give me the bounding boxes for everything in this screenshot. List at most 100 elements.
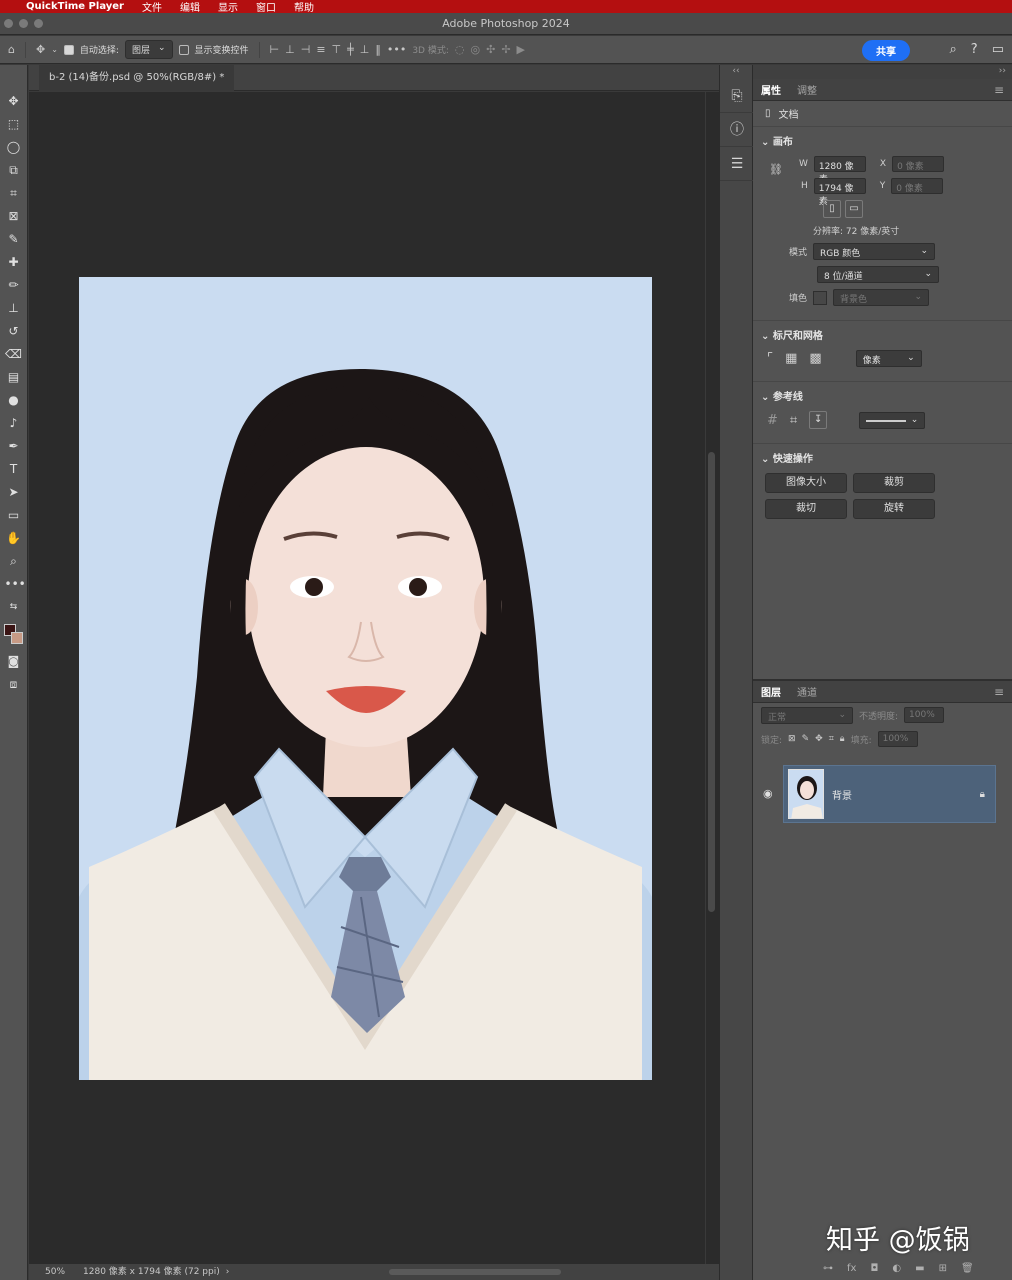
portrait-orientation-icon[interactable]: ▯ (823, 200, 841, 218)
align-center-icon[interactable]: ⊥ (285, 43, 295, 56)
distribute-icon[interactable]: ≡ (316, 43, 325, 56)
panel-menu-icon[interactable]: ≡ (994, 685, 1004, 699)
section-title-guides[interactable]: ⌄ 参考线 (761, 388, 1004, 403)
tab-properties[interactable]: 属性 (761, 82, 781, 97)
rectangle-tool-icon[interactable]: ▭ (5, 507, 23, 523)
lock-all-icon[interactable]: 🔒︎ (840, 734, 845, 744)
trash-icon[interactable]: 🗑︎ (961, 1263, 974, 1274)
ruler-unit-dropdown[interactable]: 像素 ⌄ (855, 350, 922, 367)
dodge-tool-icon[interactable]: ♪ (5, 415, 23, 431)
zoom-tool-icon[interactable]: ⌕ (5, 553, 23, 569)
gradient-tool-icon[interactable]: ▤ (5, 369, 23, 385)
menu-file[interactable]: 文件 (142, 0, 162, 13)
lock-pixels-icon[interactable]: ⊠ (788, 734, 796, 744)
link-dimensions-icon[interactable]: ⛓ (769, 163, 783, 176)
width-field[interactable]: 1280 像素 (813, 156, 866, 185)
info-panel-icon[interactable]: ⓘ (720, 113, 754, 147)
tab-adjustments[interactable]: 调整 (797, 82, 817, 97)
align-middle-icon[interactable]: ╪ (347, 43, 354, 56)
fx-icon[interactable]: fx (847, 1263, 856, 1274)
align-bottom-icon[interactable]: ⊥ (360, 43, 370, 56)
lock-paint-icon[interactable]: ✎ (802, 734, 810, 744)
object-select-tool-icon[interactable]: ⧉ (5, 162, 23, 178)
align-top-icon[interactable]: ⊤ (332, 43, 342, 56)
tab-channels[interactable]: 通道 (797, 684, 817, 699)
trim-button[interactable]: 裁切 (765, 499, 847, 519)
section-title-canvas[interactable]: ⌄ 画布 (761, 133, 1004, 148)
guide-icon[interactable]: # (767, 413, 778, 428)
vertical-scrollbar[interactable] (706, 92, 719, 1264)
rotate-button[interactable]: 旋转 (853, 499, 935, 519)
grid-icon[interactable]: ▦ (785, 351, 797, 366)
type-tool-icon[interactable]: T (5, 461, 23, 477)
background-color-swatch[interactable] (10, 632, 23, 644)
frame-tool-icon[interactable]: ⊠ (5, 208, 23, 224)
auto-select-checkbox[interactable] (63, 44, 74, 55)
screen-mode-icon[interactable]: ⧈ (5, 676, 23, 692)
image-size-button[interactable]: 图像大小 (765, 473, 847, 493)
history-panel-icon[interactable]: ⎘ (720, 79, 754, 113)
crop-button[interactable]: 裁剪 (853, 473, 935, 493)
lock-position-icon[interactable]: ✥ (815, 734, 823, 744)
eraser-tool-icon[interactable]: ⌫ (5, 346, 23, 362)
search-icon[interactable]: ⌕ (950, 42, 957, 57)
zoom-level[interactable]: 50% (45, 1264, 65, 1280)
path-select-tool-icon[interactable]: ➤ (5, 484, 23, 500)
menu-help[interactable]: 帮助 (294, 0, 314, 13)
align-right-icon[interactable]: ⊣ (301, 43, 311, 56)
blur-tool-icon[interactable]: ● (5, 392, 23, 408)
minimize-window-button[interactable] (19, 19, 28, 28)
help-icon[interactable]: ? (971, 42, 978, 57)
menu-edit[interactable]: 编辑 (180, 0, 200, 13)
chevron-down-icon[interactable]: ⌄ (51, 45, 58, 54)
auto-select-dropdown[interactable]: 图层 ⌄ (124, 40, 173, 59)
marquee-tool-icon[interactable]: ⬚ (5, 116, 23, 132)
section-title-quick-actions[interactable]: ⌄ 快速操作 (761, 450, 1004, 465)
tab-layers[interactable]: 图层 (761, 684, 781, 699)
ruler-icon[interactable]: ⌜ (767, 351, 773, 366)
quick-mask-icon[interactable]: ◙ (5, 653, 23, 669)
mask-icon[interactable]: ◘ (870, 1263, 878, 1274)
workspace-icon[interactable]: ▭ (992, 42, 1004, 57)
eyedropper-tool-icon[interactable]: ✎ (5, 231, 23, 247)
link-icon[interactable]: ⊶ (823, 1263, 833, 1274)
more-options-icon[interactable]: ••• (387, 43, 406, 56)
new-guide-icon[interactable]: ↧ (809, 411, 828, 429)
menu-app-name[interactable]: QuickTime Player (26, 1, 124, 12)
collapse-panels-icon[interactable]: ‹‹ (720, 65, 752, 79)
mode-dropdown[interactable]: RGB 颜色 ⌄ (813, 243, 936, 260)
close-window-button[interactable] (4, 19, 13, 28)
pen-tool-icon[interactable]: ✒ (5, 438, 23, 454)
crop-tool-icon[interactable]: ⌗ (5, 185, 23, 201)
scrollbar-thumb[interactable] (708, 452, 715, 912)
brush-tool-icon[interactable]: ✏ (5, 277, 23, 293)
hand-tool-icon[interactable]: ✋ (5, 530, 23, 546)
share-button[interactable]: 共享 (862, 40, 910, 61)
more-tools-icon[interactable]: ••• (5, 576, 26, 592)
show-transform-checkbox[interactable] (178, 44, 189, 55)
layer-row-background[interactable]: 背景 🔒︎ (783, 765, 996, 823)
height-field[interactable]: 1794 像素 (813, 178, 866, 207)
menu-view[interactable]: 显示 (218, 0, 238, 13)
pixel-grid-icon[interactable]: ▩ (809, 351, 821, 366)
panel-menu-icon[interactable]: ≡ (994, 83, 1004, 97)
home-icon[interactable]: ⌂ (8, 43, 15, 56)
lock-artboard-icon[interactable]: ⌗ (829, 734, 834, 744)
zoom-window-button[interactable] (34, 19, 43, 28)
history-brush-tool-icon[interactable]: ↺ (5, 323, 23, 339)
move-tool-icon[interactable]: ✥ (36, 43, 45, 56)
distribute-vertical-icon[interactable]: ‖ (375, 43, 381, 56)
document-tab[interactable]: b-2 (14)备份.psd @ 50%(RGB/8#) * (39, 65, 235, 91)
clone-stamp-tool-icon[interactable]: ⊥ (5, 300, 23, 316)
horizontal-scrollbar[interactable] (389, 1269, 561, 1275)
move-tool-icon[interactable]: ✥ (5, 93, 23, 109)
landscape-orientation-icon[interactable]: ▭ (845, 200, 863, 218)
visibility-eye-icon[interactable]: ◉ (763, 787, 773, 800)
new-layer-icon[interactable]: ⊞ (939, 1263, 947, 1274)
menu-window[interactable]: 窗口 (256, 0, 276, 13)
section-title-rulers[interactable]: ⌄ 标尺和网格 (761, 327, 1004, 342)
guide-layout-icon[interactable]: ⌗ (790, 413, 797, 428)
guide-style-dropdown[interactable]: ⌄ (859, 411, 926, 429)
folder-icon[interactable]: ▬ (915, 1263, 924, 1274)
expand-panels-icon[interactable]: ›› (753, 65, 1012, 79)
